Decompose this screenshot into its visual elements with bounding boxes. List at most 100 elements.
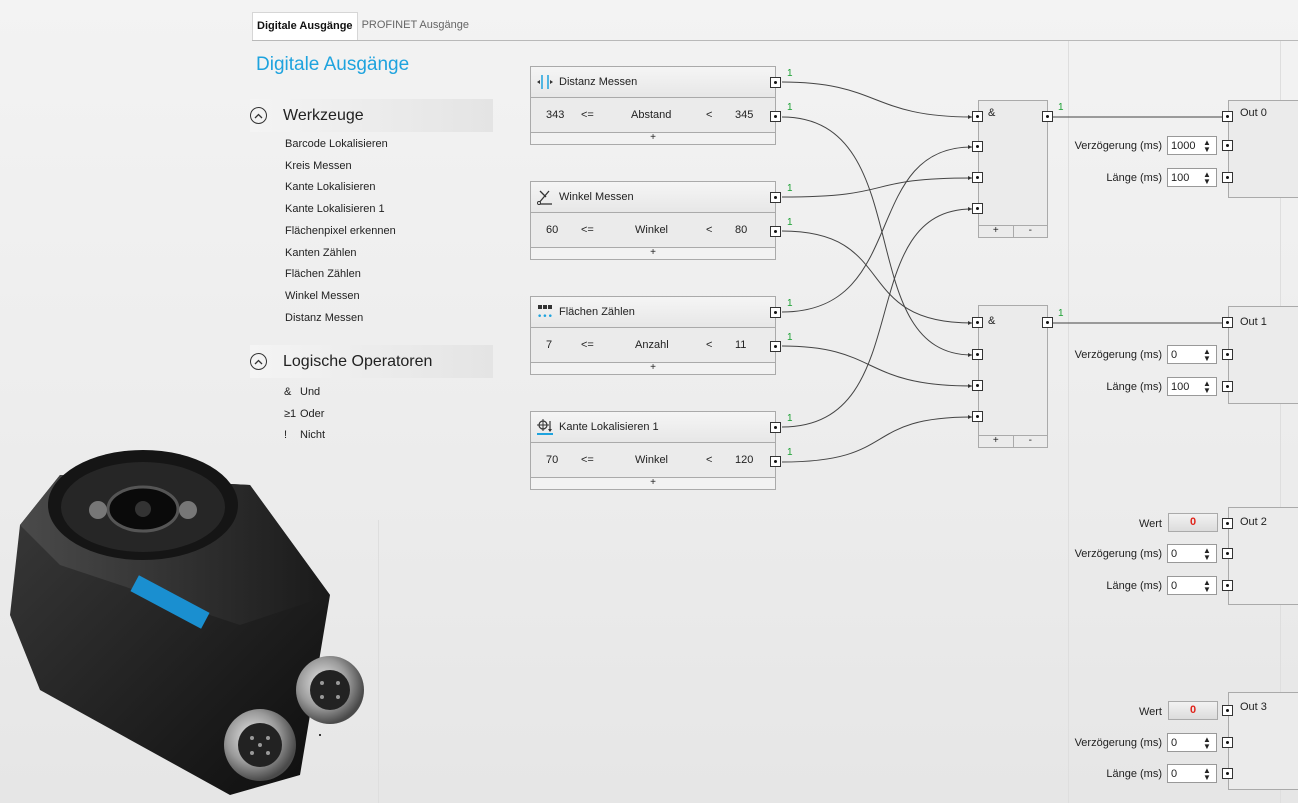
delay-port[interactable]: [1222, 737, 1233, 748]
parameter[interactable]: Anzahl: [635, 339, 669, 351]
high-value[interactable]: 80: [735, 224, 747, 236]
input-port[interactable]: [1222, 317, 1233, 328]
spinner-arrows-icon[interactable]: ▲ ▼: [1202, 379, 1212, 394]
parameter[interactable]: Winkel: [635, 454, 668, 466]
input-port[interactable]: [1222, 111, 1233, 122]
spinner-arrows-icon[interactable]: ▲ ▼: [1202, 347, 1212, 362]
output-port[interactable]: [1042, 111, 1053, 122]
tool-block-winkel-messen[interactable]: Winkel Messen 60 <= Winkel < 80 +: [530, 181, 776, 260]
tool-item[interactable]: Flächen Zählen: [285, 264, 396, 286]
input-port[interactable]: [972, 203, 983, 214]
tool-block-header[interactable]: Kante Lokalisieren 1: [530, 411, 776, 443]
input-port[interactable]: [1222, 518, 1233, 529]
remove-input-button[interactable]: -: [1014, 436, 1048, 447]
input-port[interactable]: [972, 317, 983, 328]
low-value[interactable]: 70: [546, 454, 558, 466]
tool-block-distanz-messen[interactable]: Distanz Messen 343 <= Abstand < 345 +: [530, 66, 776, 145]
output-port[interactable]: [770, 422, 781, 433]
input-port[interactable]: [972, 141, 983, 152]
parameter[interactable]: Abstand: [631, 109, 671, 121]
delay-port[interactable]: [1222, 548, 1233, 559]
length-port[interactable]: [1222, 381, 1233, 392]
parameter[interactable]: Winkel: [635, 224, 668, 236]
tool-item[interactable]: Winkel Messen: [285, 286, 396, 308]
length-spinner[interactable]: 100 ▲ ▼: [1167, 168, 1217, 187]
add-condition-button[interactable]: +: [530, 247, 776, 260]
output-port[interactable]: [770, 192, 781, 203]
spinner-arrows-icon[interactable]: ▲ ▼: [1202, 170, 1212, 185]
input-port[interactable]: [1222, 705, 1233, 716]
length-port[interactable]: [1222, 768, 1233, 779]
delay-spinner[interactable]: 1000 ▲ ▼: [1167, 136, 1217, 155]
low-value[interactable]: 343: [546, 109, 564, 121]
tool-block-header[interactable]: Distanz Messen: [530, 66, 776, 98]
tool-item[interactable]: Flächenpixel erkennen: [285, 221, 396, 243]
spinner-arrows-icon[interactable]: ▲ ▼: [1202, 138, 1212, 153]
tool-block-flaechen-zaehlen[interactable]: ••• Flächen Zählen 7 <= Anzahl < 11 +: [530, 296, 776, 375]
length-spinner[interactable]: 0 ▲ ▼: [1167, 576, 1217, 595]
high-value[interactable]: 345: [735, 109, 753, 121]
operator-not[interactable]: ! Nicht: [284, 425, 325, 447]
operator-and[interactable]: & Und: [284, 382, 325, 404]
output-block-out-2[interactable]: Out 2: [1228, 507, 1298, 605]
high-value[interactable]: 120: [735, 454, 753, 466]
delay-spinner[interactable]: 0 ▲ ▼: [1167, 544, 1217, 563]
high-value[interactable]: 11: [735, 339, 746, 351]
operator-or[interactable]: ≥1 Oder: [284, 404, 325, 426]
length-port[interactable]: [1222, 580, 1233, 591]
add-input-button[interactable]: +: [979, 436, 1014, 447]
tool-item[interactable]: Barcode Lokalisieren: [285, 134, 396, 156]
tool-block-kante-lokalisieren-1[interactable]: Kante Lokalisieren 1 70 <= Winkel < 120 …: [530, 411, 776, 490]
output-block-out-1[interactable]: Out 1: [1228, 306, 1298, 404]
output-port[interactable]: [1042, 317, 1053, 328]
input-port[interactable]: [972, 349, 983, 360]
tool-item[interactable]: Kreis Messen: [285, 156, 396, 178]
add-input-button[interactable]: +: [979, 226, 1014, 237]
low-value[interactable]: 7: [546, 339, 552, 351]
and-block[interactable]: & + -: [978, 305, 1048, 448]
tab-digitale-ausgaenge[interactable]: Digitale Ausgänge: [252, 12, 358, 41]
output-port[interactable]: [770, 77, 781, 88]
low-value[interactable]: 60: [546, 224, 558, 236]
spinner-arrows-icon[interactable]: ▲ ▼: [1202, 735, 1212, 750]
collapse-icon[interactable]: [250, 353, 267, 370]
output-port[interactable]: [770, 456, 781, 467]
output-block-out-0[interactable]: Out 0: [1228, 100, 1298, 198]
operators-section-header[interactable]: Logische Operatoren: [250, 345, 493, 378]
remove-input-button[interactable]: -: [1014, 226, 1048, 237]
length-spinner[interactable]: 0 ▲ ▼: [1167, 764, 1217, 783]
tool-item[interactable]: Kante Lokalisieren: [285, 177, 396, 199]
and-symbol: &: [988, 107, 996, 119]
spinner-arrows-icon[interactable]: ▲ ▼: [1202, 578, 1212, 593]
output-block-out-3[interactable]: Out 3: [1228, 692, 1298, 790]
add-condition-button[interactable]: +: [530, 362, 776, 375]
delay-spinner[interactable]: 0 ▲ ▼: [1167, 733, 1217, 752]
tool-block-header[interactable]: ••• Flächen Zählen: [530, 296, 776, 328]
tool-item[interactable]: Distanz Messen: [285, 308, 396, 330]
length-spinner[interactable]: 100 ▲ ▼: [1167, 377, 1217, 396]
output-port[interactable]: [770, 226, 781, 237]
collapse-icon[interactable]: [250, 107, 267, 124]
input-port[interactable]: [972, 172, 983, 183]
and-block[interactable]: & + -: [978, 100, 1048, 238]
tool-item[interactable]: Kanten Zählen: [285, 243, 396, 265]
input-port[interactable]: [972, 111, 983, 122]
add-condition-button[interactable]: +: [530, 477, 776, 490]
delay-port[interactable]: [1222, 140, 1233, 151]
input-port[interactable]: [972, 380, 983, 391]
add-condition-button[interactable]: +: [530, 132, 776, 145]
tool-block-header[interactable]: Winkel Messen: [530, 181, 776, 213]
delay-port[interactable]: [1222, 349, 1233, 360]
tools-section-header[interactable]: Werkzeuge: [250, 99, 493, 132]
tab-profinet-ausgaenge[interactable]: PROFINET Ausgänge: [358, 12, 473, 40]
output-port[interactable]: [770, 341, 781, 352]
tool-item[interactable]: Kante Lokalisieren 1: [285, 199, 396, 221]
input-port[interactable]: [972, 411, 983, 422]
output-port[interactable]: [770, 307, 781, 318]
delay-spinner[interactable]: 0 ▲ ▼: [1167, 345, 1217, 364]
spinner-arrows-icon[interactable]: ▲ ▼: [1202, 766, 1212, 781]
spinner-arrows-icon[interactable]: ▲ ▼: [1202, 546, 1212, 561]
output-port[interactable]: [770, 111, 781, 122]
delay-label: Verzögerung (ms): [1074, 349, 1162, 361]
length-port[interactable]: [1222, 172, 1233, 183]
